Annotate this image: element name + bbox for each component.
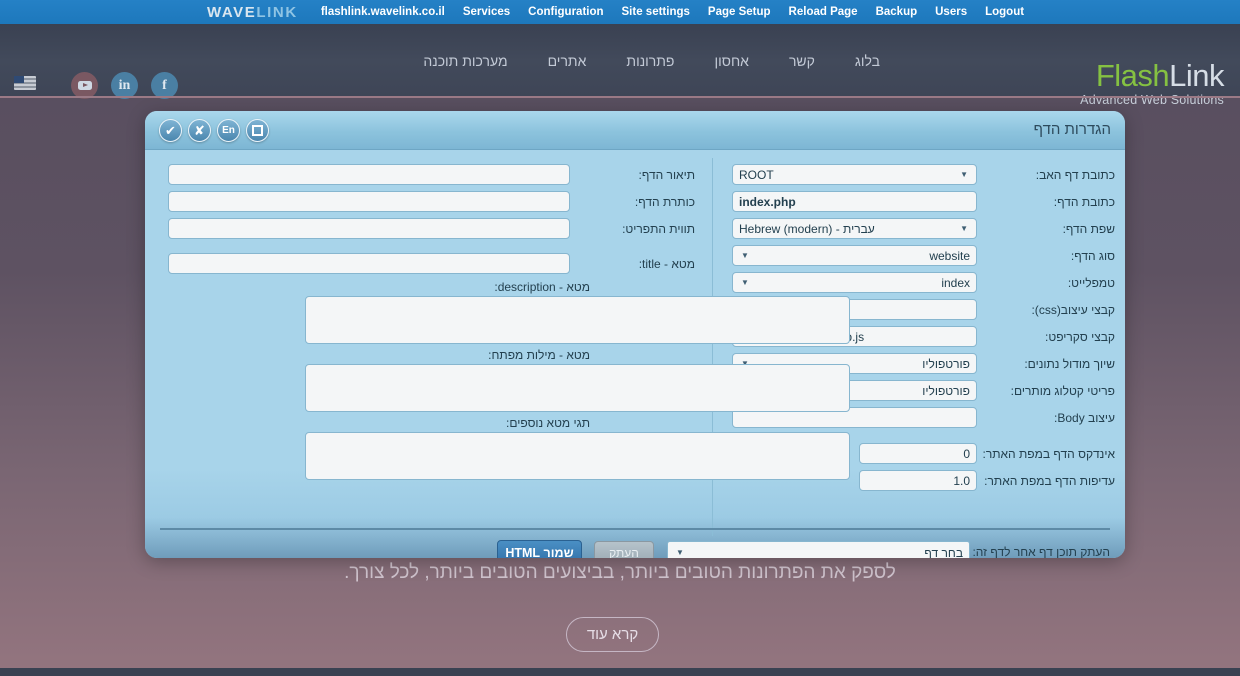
- label-meta-keywords: מטא - מילות מפתח:: [488, 348, 590, 362]
- language-label: En: [222, 125, 235, 136]
- youtube-icon[interactable]: [71, 72, 98, 99]
- admin-top-bar: WAVELINK flashlink.wavelink.co.il Servic…: [0, 0, 1240, 24]
- label-catalog-items: פריטי קטלוג מותרים:: [1010, 383, 1115, 398]
- page-language-value: Hebrew (modern) - עברית: [739, 221, 875, 236]
- label-css-files: קבצי עיצוב(css):: [1031, 302, 1115, 317]
- language-icon[interactable]: En: [217, 119, 240, 142]
- flashlink-logo-part2: Link: [1169, 58, 1224, 93]
- site-header: in f מערכות תוכנה אתרים פתרונות אחסון קש…: [0, 24, 1240, 106]
- flashlink-logo[interactable]: FlashLink Advanced Web Solutions: [1080, 60, 1224, 107]
- linkedin-icon[interactable]: in: [111, 72, 138, 99]
- meta-keywords-textarea[interactable]: [305, 364, 850, 412]
- page-address-input[interactable]: [732, 191, 977, 212]
- template-value: index: [941, 275, 970, 290]
- copy-button[interactable]: העתק: [594, 541, 654, 558]
- admin-link-services[interactable]: Services: [463, 6, 510, 18]
- label-script-files: קבצי סקריפט:: [1045, 329, 1115, 344]
- label-sitemap-priority: עדיפות הדף במפת האתר:: [984, 473, 1115, 488]
- confirm-icon[interactable]: ✔: [159, 119, 182, 142]
- admin-link-configuration[interactable]: Configuration: [528, 6, 603, 18]
- label-meta-description: מטא - description:: [494, 280, 590, 294]
- admin-link-users[interactable]: Users: [935, 6, 967, 18]
- label-page-heading: כותרת הדף:: [634, 194, 695, 209]
- meta-description-textarea[interactable]: [305, 296, 850, 344]
- label-page-language: שפת הדף:: [1062, 221, 1115, 236]
- admin-link-backup[interactable]: Backup: [876, 6, 918, 18]
- read-more-button[interactable]: קרא עוד: [566, 617, 659, 652]
- label-copy-from-page: העתק תוכן דף אחר לדף זה:: [972, 545, 1110, 558]
- us-flag-icon[interactable]: [14, 76, 36, 90]
- check-icon: ✔: [165, 123, 176, 138]
- close-icon: ✘: [194, 123, 205, 138]
- page-heading-input[interactable]: [168, 191, 570, 212]
- save-html-button[interactable]: שמור HTML: [497, 540, 582, 558]
- admin-link-page-setup[interactable]: Page Setup: [708, 6, 771, 18]
- nav-item-software-systems[interactable]: מערכות תוכנה: [403, 53, 527, 69]
- chevron-down-icon: ▼: [676, 548, 684, 557]
- label-page-description: תיאור הדף:: [638, 167, 695, 182]
- label-template: טמפלייט:: [1067, 275, 1115, 290]
- nav-item-solutions[interactable]: פתרונות: [606, 53, 694, 69]
- hero-text: לספק את הפתרונות הטובים ביותר, בביצועים …: [344, 562, 896, 583]
- panel-titlebar: ✔ ✘ En הגדרות הדף: [145, 111, 1125, 150]
- page-type-select[interactable]: website ▼: [732, 245, 977, 266]
- label-parent-page: כתובת דף האב:: [1035, 167, 1115, 182]
- sitemap-index-input[interactable]: [859, 443, 977, 464]
- label-page-type: סוג הדף:: [1070, 248, 1115, 263]
- label-sitemap-index: אינדקס הדף במפת האתר:: [982, 446, 1115, 461]
- page-type-value: website: [929, 248, 970, 263]
- admin-link-reload-page[interactable]: Reload Page: [789, 6, 858, 18]
- nav-item-hosting[interactable]: אחסון: [694, 53, 768, 69]
- flashlink-logo-part1: Flash: [1095, 58, 1170, 93]
- chevron-down-icon: ▼: [960, 169, 968, 179]
- panel-title: הגדרות הדף: [1033, 121, 1111, 138]
- label-meta-title: מטא - title:: [638, 256, 695, 271]
- label-menu-label: תווית התפריט:: [622, 221, 695, 236]
- expand-glyph: [252, 125, 263, 136]
- extra-meta-textarea[interactable]: [305, 432, 850, 480]
- chevron-down-icon: ▼: [741, 277, 749, 287]
- admin-link-site-settings[interactable]: Site settings: [622, 6, 690, 18]
- parent-page-value: ROOT: [739, 167, 774, 182]
- label-page-address: כתובת הדף:: [1053, 194, 1115, 209]
- expand-icon[interactable]: [246, 119, 269, 142]
- parent-page-select[interactable]: ROOT ▼: [732, 164, 977, 185]
- action-bar: העתק תוכן דף אחר לדף זה: ▼ בחר דף העתק ש…: [160, 540, 1110, 558]
- page-picker-select[interactable]: ▼ בחר דף: [667, 541, 970, 558]
- flashlink-tagline: Advanced Web Solutions: [1080, 93, 1224, 107]
- page-picker-value: בחר דף: [924, 546, 963, 558]
- main-navigation: מערכות תוכנה אתרים פתרונות אחסון קשר בלו…: [403, 24, 900, 98]
- nav-item-websites[interactable]: אתרים: [528, 53, 607, 69]
- template-select[interactable]: index ▼: [732, 272, 977, 293]
- nav-item-blog[interactable]: בלוג: [835, 53, 900, 69]
- facebook-glyph: f: [162, 77, 167, 93]
- wavelink-logo: WAVELINK: [207, 4, 298, 21]
- menu-label-input[interactable]: [168, 218, 570, 239]
- chevron-down-icon: ▼: [960, 223, 968, 233]
- admin-domain-label[interactable]: flashlink.wavelink.co.il: [321, 6, 445, 18]
- cancel-icon[interactable]: ✘: [188, 119, 211, 142]
- panel-body: כתובת דף האב: ROOT ▼ כתובת הדף: שפת הדף:…: [145, 150, 1125, 558]
- wavelink-logo-part1: WAVE: [206, 3, 257, 21]
- page-settings-panel: ✔ ✘ En הגדרות הדף כתובת דף האב: ROOT ▼ כ…: [145, 111, 1125, 558]
- label-body-style: עיצוב Body:: [1054, 410, 1115, 425]
- label-data-module: שיוך מודול נתונים:: [1024, 356, 1115, 371]
- chevron-down-icon: ▼: [741, 250, 749, 260]
- label-extra-meta: תגי מטא נוספים:: [506, 416, 590, 430]
- meta-title-input[interactable]: [168, 253, 570, 274]
- linkedin-glyph: in: [118, 77, 131, 93]
- nav-item-contact[interactable]: קשר: [769, 53, 835, 69]
- page-language-select[interactable]: Hebrew (modern) - עברית ▼: [732, 218, 977, 239]
- page-description-input[interactable]: [168, 164, 570, 185]
- facebook-icon[interactable]: f: [151, 72, 178, 99]
- sitemap-priority-input[interactable]: [859, 470, 977, 491]
- action-bar-divider: [160, 528, 1110, 530]
- admin-link-logout[interactable]: Logout: [985, 6, 1024, 18]
- wavelink-logo-part2: LINK: [256, 3, 298, 21]
